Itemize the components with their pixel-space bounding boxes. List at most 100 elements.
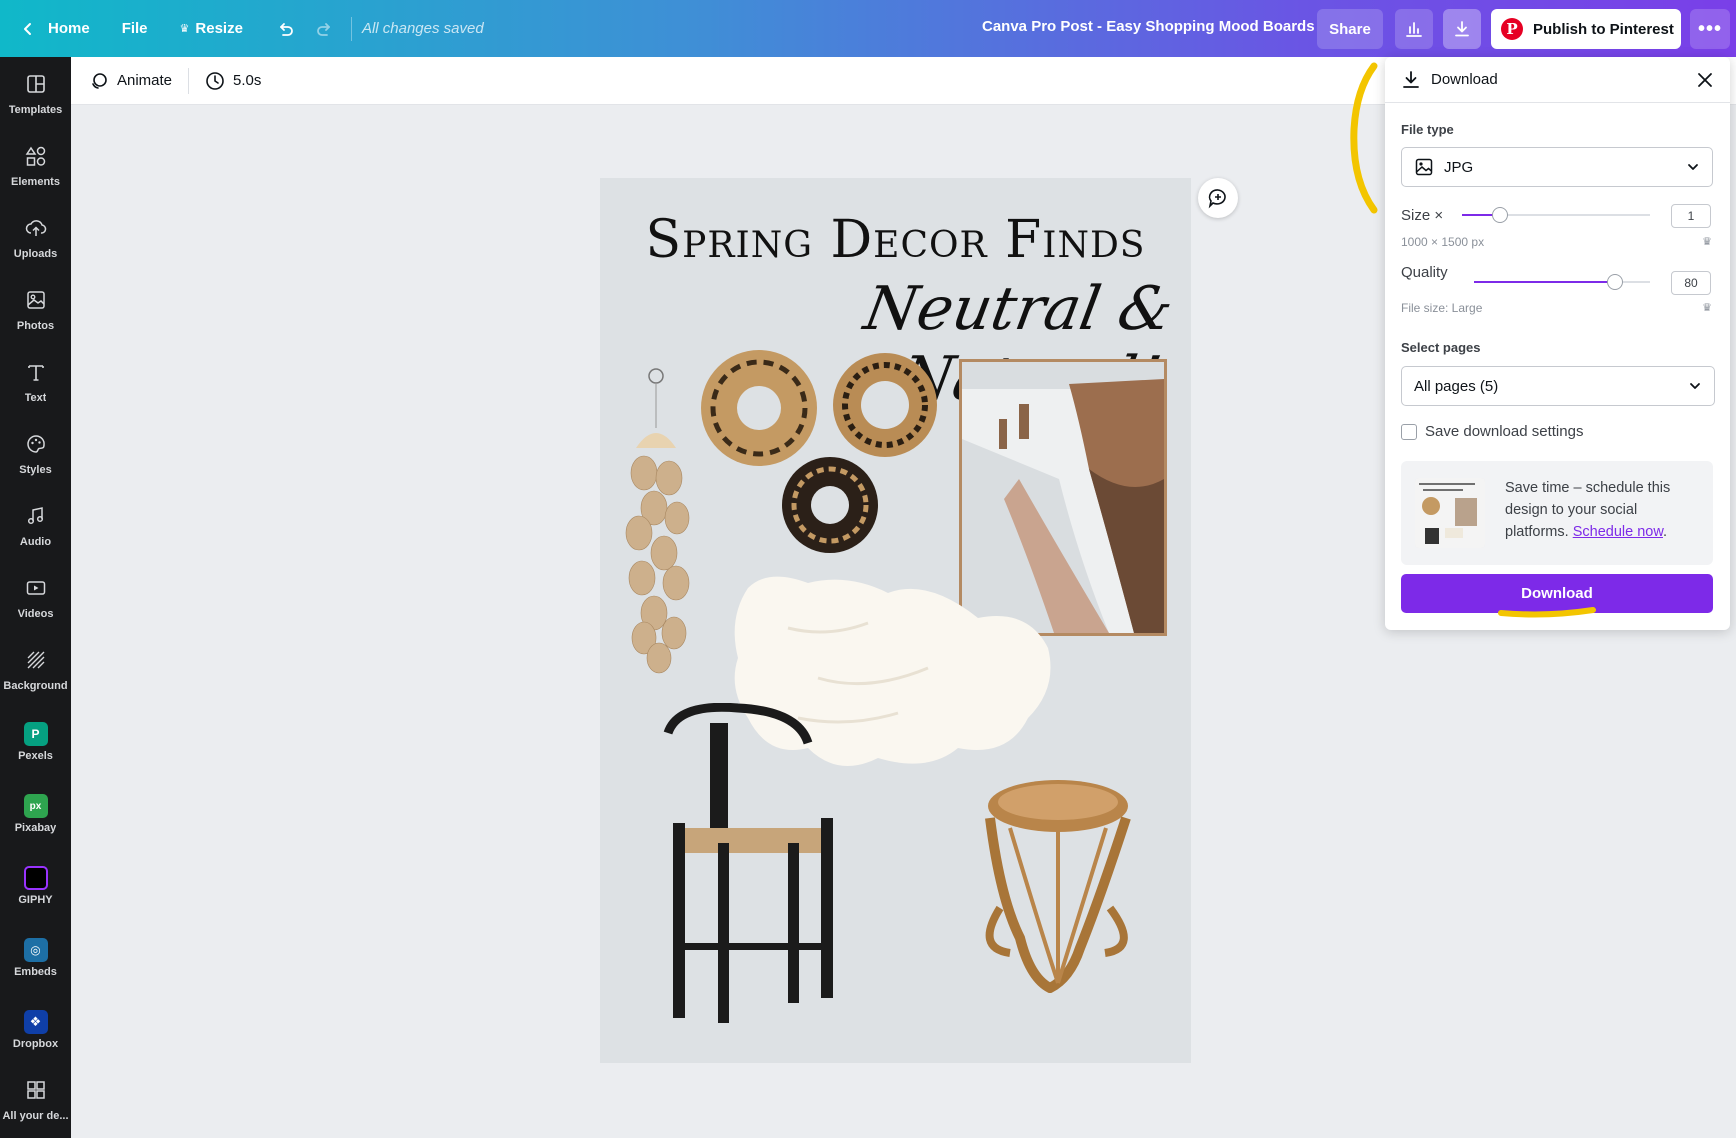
pages-value: All pages (5) xyxy=(1414,377,1499,395)
sidebar-item-label: All your de... xyxy=(2,1109,69,1122)
size-slider-thumb[interactable] xyxy=(1492,207,1508,223)
animate-button[interactable]: Animate xyxy=(79,63,182,99)
sidebar-item-label: Background xyxy=(3,679,68,692)
file-type-label: File type xyxy=(1401,122,1454,137)
document-title[interactable]: Canva Pro Post - Easy Shopping Mood Boar… xyxy=(982,18,1315,35)
comment-plus-icon xyxy=(1207,187,1229,209)
clock-icon xyxy=(205,71,225,91)
quality-input[interactable]: 80 xyxy=(1671,271,1711,295)
quality-slider-fill xyxy=(1474,281,1615,283)
crown-icon: ♛ xyxy=(179,23,190,35)
publish-pinterest-button[interactable]: P Publish to Pinterest xyxy=(1491,9,1681,49)
wishbone-chair-image[interactable] xyxy=(658,703,848,1023)
sidebar-item-label: Styles xyxy=(19,463,52,476)
sidebar-item-label: Dropbox xyxy=(12,1038,59,1050)
rattan-stool-image[interactable] xyxy=(980,778,1135,993)
file-menu-button[interactable]: File xyxy=(110,9,160,49)
sidebar-item-label: Videos xyxy=(17,607,54,620)
undo-button[interactable] xyxy=(265,9,305,49)
download-icon xyxy=(1453,20,1471,38)
pixabay-icon: px xyxy=(23,794,48,818)
music-note-icon xyxy=(25,505,47,532)
sidebar-item-uploads[interactable]: Uploads xyxy=(0,203,71,273)
size-input[interactable]: 1 xyxy=(1671,204,1711,228)
redo-button[interactable] xyxy=(305,9,345,49)
quality-slider[interactable] xyxy=(1474,274,1650,290)
sidebar-item-dropbox[interactable]: ❖ Dropbox xyxy=(0,995,71,1065)
more-options-button[interactable]: ••• xyxy=(1690,9,1730,49)
dimensions-text: 1000 × 1500 px xyxy=(1401,235,1485,249)
capiz-chime-image[interactable] xyxy=(614,368,704,678)
schedule-now-link[interactable]: Schedule now xyxy=(1573,524,1663,540)
video-icon xyxy=(25,577,47,604)
sidebar-item-label: Text xyxy=(24,391,47,404)
save-settings-checkbox[interactable] xyxy=(1401,424,1417,440)
button-underline-annotation xyxy=(1498,607,1596,618)
apps-grid-icon xyxy=(25,1079,47,1106)
resize-button[interactable]: ♛ Resize xyxy=(168,9,255,49)
more-dots-icon: ••• xyxy=(1697,17,1722,40)
sidebar-item-styles[interactable]: Styles xyxy=(0,419,71,489)
left-sidebar: Templates Elements Uploads Photos Text S… xyxy=(0,57,71,1138)
templates-icon xyxy=(25,73,47,100)
sidebar-item-background[interactable]: Background xyxy=(0,635,71,705)
promo-thumbnail: f xyxy=(1415,478,1485,548)
sidebar-item-videos[interactable]: Videos xyxy=(0,563,71,633)
pages-select[interactable]: All pages (5) xyxy=(1401,366,1715,406)
sidebar-item-pixabay[interactable]: px Pixabay xyxy=(0,779,71,849)
promo-text: Save time – schedule this design to your… xyxy=(1505,477,1701,543)
sidebar-item-elements[interactable]: Elements xyxy=(0,131,71,201)
upload-cloud-icon xyxy=(25,217,47,244)
sidebar-item-label: Embeds xyxy=(14,966,57,978)
sidebar-item-text[interactable]: Text xyxy=(0,347,71,417)
background-hatch-icon xyxy=(25,649,47,676)
quality-slider-thumb[interactable] xyxy=(1607,274,1623,290)
design-title[interactable]: Spring Decor Finds xyxy=(600,210,1191,270)
save-settings-label: Save download settings xyxy=(1425,423,1584,440)
elements-icon xyxy=(25,145,47,172)
highlight-annotation-stroke xyxy=(1350,62,1378,214)
file-size-text: File size: Large xyxy=(1401,301,1483,315)
sidebar-item-embeds[interactable]: ◎ Embeds xyxy=(0,923,71,993)
duration-button[interactable]: 5.0s xyxy=(195,63,271,99)
giphy-icon xyxy=(23,866,48,890)
sidebar-item-pexels[interactable]: P Pexels xyxy=(0,707,71,777)
text-icon xyxy=(25,361,47,388)
sidebar-item-label: Photos xyxy=(16,319,55,332)
download-panel-title: Download xyxy=(1431,71,1498,88)
toolbar-divider xyxy=(350,16,352,41)
quality-label: Quality xyxy=(1401,264,1448,281)
animate-label: Animate xyxy=(117,72,173,89)
sidebar-item-label: Audio xyxy=(19,535,52,548)
insights-button[interactable] xyxy=(1395,9,1433,49)
bar-chart-icon xyxy=(1405,20,1423,38)
close-icon xyxy=(1697,72,1713,88)
schedule-promo-card: f Save time – schedule this design to yo… xyxy=(1401,461,1713,565)
add-comment-button[interactable] xyxy=(1198,178,1238,218)
sidebar-item-label: Pexels xyxy=(18,750,53,762)
woven-baskets-image[interactable] xyxy=(700,348,940,558)
undo-icon xyxy=(275,19,295,39)
top-bar: Home File ♛ Resize All changes saved Can… xyxy=(0,0,1736,57)
size-label: Size × xyxy=(1401,207,1444,224)
file-type-select[interactable]: JPG xyxy=(1401,147,1713,187)
size-slider[interactable] xyxy=(1462,207,1650,223)
sidebar-item-all-designs[interactable]: All your de... xyxy=(0,1065,71,1135)
sidebar-item-audio[interactable]: Audio xyxy=(0,491,71,561)
sidebar-item-giphy[interactable]: GIPHY xyxy=(0,851,71,921)
sidebar-item-templates[interactable]: Templates xyxy=(0,59,71,129)
embeds-icon: ◎ xyxy=(23,938,48,962)
download-toggle-button[interactable] xyxy=(1443,9,1481,49)
sidebar-item-label: Pixabay xyxy=(14,822,57,834)
share-button[interactable]: Share xyxy=(1317,9,1383,49)
home-button[interactable]: Home xyxy=(8,9,102,49)
design-page[interactable]: Spring Decor Finds Neutral & Natural! xyxy=(600,178,1191,1063)
pexels-icon: P xyxy=(23,722,48,746)
palette-icon xyxy=(25,433,47,460)
resize-label: Resize xyxy=(195,20,243,37)
promo-period: . xyxy=(1663,524,1668,540)
select-pages-label: Select pages xyxy=(1401,340,1481,355)
close-panel-button[interactable] xyxy=(1694,69,1716,91)
sidebar-item-photos[interactable]: Photos xyxy=(0,275,71,345)
redo-icon xyxy=(315,19,335,39)
